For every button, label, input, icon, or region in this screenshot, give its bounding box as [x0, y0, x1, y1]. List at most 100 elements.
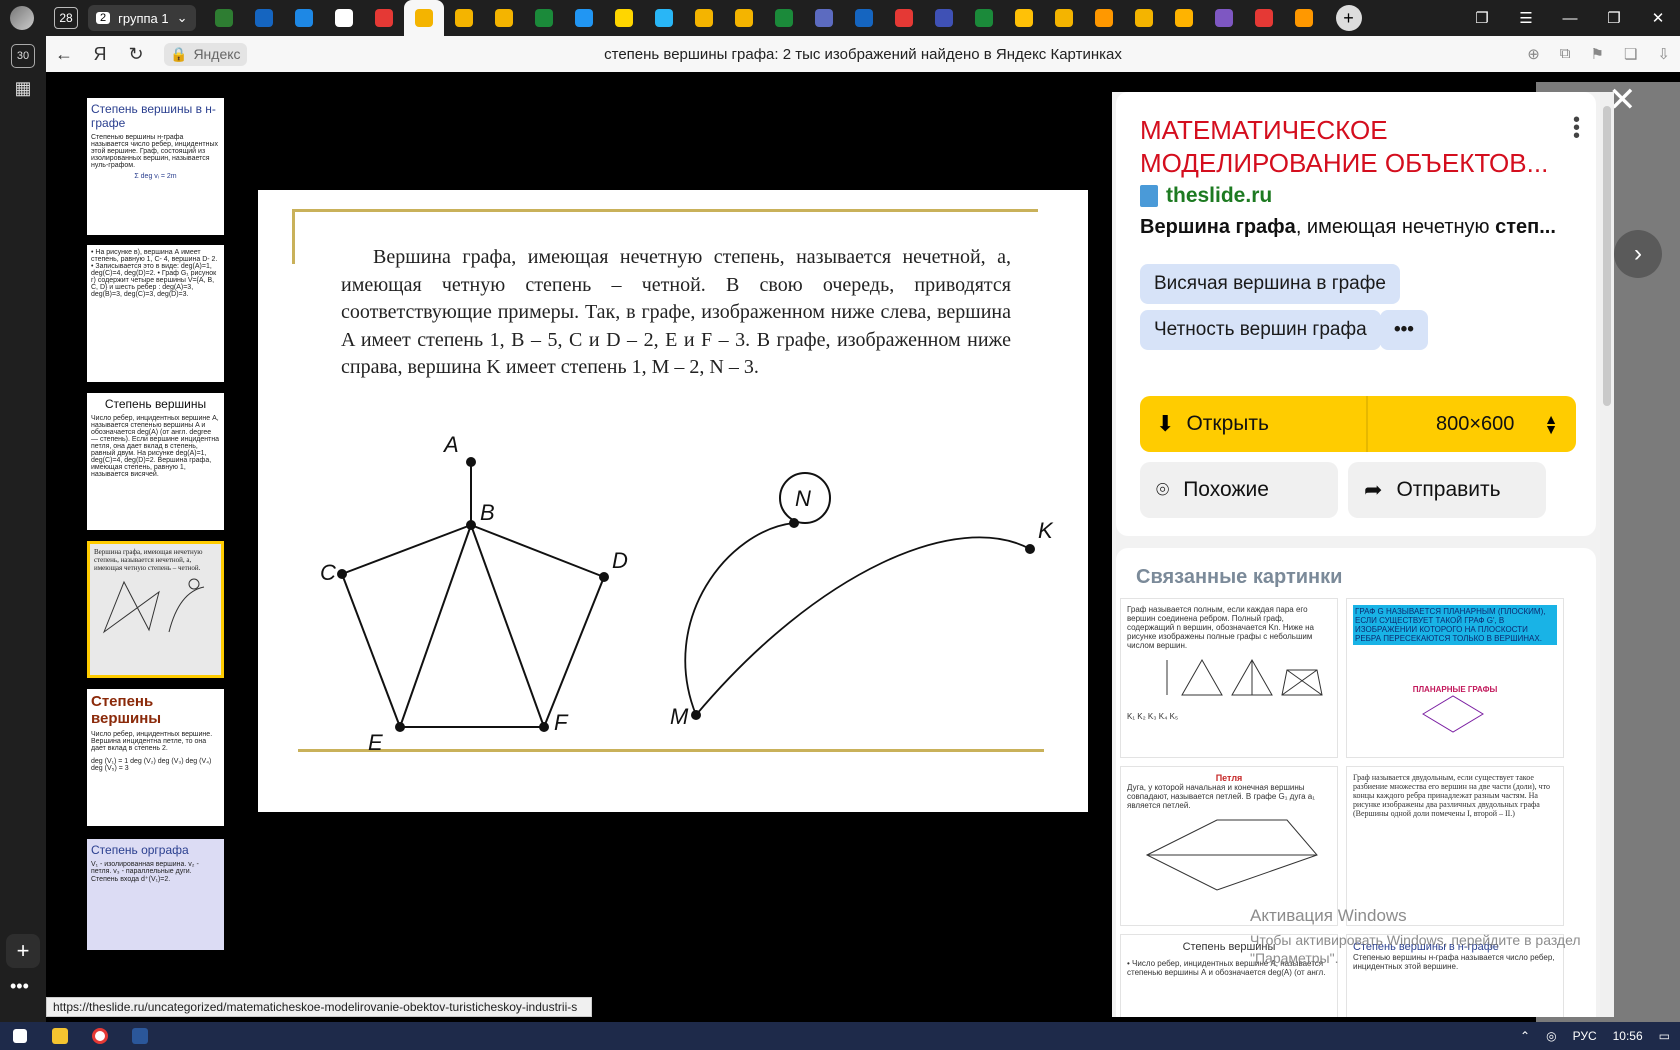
notifications-icon[interactable]: ▭	[1659, 1029, 1670, 1043]
browser-tab[interactable]	[524, 0, 564, 36]
close-window-button[interactable]: ✕	[1636, 0, 1680, 36]
browser-tab[interactable]	[724, 0, 764, 36]
host-label: Яндекс	[193, 46, 241, 62]
browser-tab[interactable]	[1004, 0, 1044, 36]
thumbnail-selected[interactable]: Вершина графа, имеющая нечетную степень,…	[87, 541, 224, 678]
address-bar: степень вершины графа: 2 тыс изображений…	[46, 36, 1680, 72]
url-host[interactable]: 🔒 Яндекс	[164, 42, 247, 66]
browser-tab[interactable]	[364, 0, 404, 36]
new-tab-button[interactable]: +	[1335, 5, 1362, 31]
tab-favicon-icon	[814, 9, 833, 27]
browser-tab[interactable]	[684, 0, 724, 36]
rail-counter[interactable]: 30	[11, 44, 35, 68]
browser-tab[interactable]	[1124, 0, 1164, 36]
related-image[interactable]: Граф называется двудольным, если существ…	[1346, 766, 1564, 926]
tab-favicon-icon	[734, 9, 753, 27]
tag-chip[interactable]: Висячая вершина в графе	[1140, 264, 1400, 304]
source-title[interactable]: МАТЕМАТИЧЕСКОЕ МОДЕЛИРОВАНИЕ ОБЪЕКТОВ...	[1140, 114, 1560, 180]
tab-favicon-icon	[1054, 9, 1073, 27]
browser-tab[interactable]	[324, 0, 364, 36]
related-image[interactable]: Граф называется полным, если каждая пара…	[1120, 598, 1338, 758]
rail-add-button[interactable]: +	[6, 934, 40, 968]
more-tags-button[interactable]: •••	[1380, 310, 1428, 350]
tab-favicon-icon	[854, 9, 873, 27]
language-indicator[interactable]: РУС	[1573, 1029, 1597, 1043]
more-vertical-icon[interactable]: • • •	[1573, 110, 1580, 146]
bookmark-icon[interactable]: ⚑	[1591, 45, 1604, 63]
thumbnail-text: Вершина графа, имеющая нечетную степень,…	[94, 548, 203, 572]
related-graph	[1145, 819, 1318, 891]
tab-favicon-icon	[254, 9, 273, 27]
rail-more-icon[interactable]: •••	[10, 976, 29, 997]
back-button[interactable]: ←	[46, 36, 82, 72]
thumbnail[interactable]: • На рисунке в), вершина А имеет степень…	[87, 245, 224, 382]
network-icon[interactable]: ◎	[1546, 1029, 1556, 1043]
windows-start-icon[interactable]	[0, 1022, 40, 1050]
collections-icon[interactable]: ❏	[1624, 45, 1637, 63]
browser-tab[interactable]	[1244, 0, 1284, 36]
scrollbar-thumb[interactable]	[1603, 106, 1611, 406]
browser-tab[interactable]	[484, 0, 524, 36]
browser-tab[interactable]	[1284, 0, 1324, 36]
zoom-icon[interactable]: ⊕	[1527, 45, 1540, 63]
yandex-browser-icon[interactable]	[80, 1022, 120, 1050]
browser-tab[interactable]	[644, 0, 684, 36]
apps-grid-icon[interactable]: ▦	[11, 76, 35, 100]
extensions-icon[interactable]: ⧉	[1560, 45, 1571, 63]
tab-count-badge[interactable]: 28	[54, 7, 78, 29]
menu-icon[interactable]: ☰	[1504, 0, 1548, 36]
browser-tab[interactable]	[604, 0, 644, 36]
browser-tab[interactable]	[564, 0, 604, 36]
browser-tab[interactable]	[284, 0, 324, 36]
thumbnail[interactable]: Степень вершины Число ребер, инцидентных…	[87, 393, 224, 530]
browser-tab[interactable]	[964, 0, 1004, 36]
size-selector[interactable]: 800×600	[1436, 413, 1514, 436]
tabs-view-icon[interactable]: ❐	[1460, 0, 1504, 36]
browser-tab[interactable]	[1084, 0, 1124, 36]
graph-figure: A B C D E F N K M	[320, 432, 1054, 755]
browser-tab[interactable]	[444, 0, 484, 36]
tab-favicon-icon	[1294, 9, 1313, 27]
browser-tab[interactable]	[403, 0, 444, 36]
browser-tab[interactable]	[1044, 0, 1084, 36]
chevron-up-icon[interactable]: ⌃	[1520, 1029, 1530, 1043]
browser-tab[interactable]	[844, 0, 884, 36]
tab-favicon-icon	[214, 9, 233, 27]
browser-tab[interactable]	[764, 0, 804, 36]
tab-favicon-icon	[414, 9, 433, 27]
tab-favicon-icon	[454, 9, 473, 27]
file-explorer-icon[interactable]	[40, 1022, 80, 1050]
word-icon[interactable]	[120, 1022, 160, 1050]
browser-tab[interactable]	[204, 0, 244, 36]
tab-favicon-icon	[614, 9, 633, 27]
tab-group[interactable]: 2 группа 1 ⌄	[88, 5, 196, 31]
similar-button[interactable]: ⌾ Похожие	[1140, 462, 1338, 518]
clock[interactable]: 10:56	[1613, 1029, 1643, 1043]
browser-tab[interactable]	[884, 0, 924, 36]
thumbnail[interactable]: Степень вершины Число ребер, инцидентных…	[87, 689, 224, 826]
related-image[interactable]: Петля Дуга, у которой начальная и конечн…	[1120, 766, 1338, 926]
minimize-button[interactable]: —	[1548, 0, 1592, 36]
source-link[interactable]: theslide.ru	[1140, 184, 1272, 208]
open-button[interactable]: ⬇ Открыть 800×600 ▲ ▼	[1140, 396, 1576, 452]
download-icon[interactable]: ⇩	[1657, 45, 1670, 63]
browser-tab[interactable]	[804, 0, 844, 36]
restore-button[interactable]: ❐	[1592, 0, 1636, 36]
browser-tab[interactable]	[244, 0, 284, 36]
tab-strip	[204, 0, 1324, 36]
thumbnail[interactable]: Степень вершины в н-графе Степенью верши…	[87, 98, 224, 235]
main-image[interactable]: Вершина графа, имеющая нечетную степень,…	[258, 190, 1088, 812]
yandex-home-icon[interactable]: Я	[82, 36, 118, 72]
thumbnail[interactable]: Степень орграфа V₁ - изолированная верши…	[87, 839, 224, 950]
related-image[interactable]: ГРАФ G НАЗЫВАЕТСЯ ПЛАНАРНЫМ (ПЛОСКИМ), Е…	[1346, 598, 1564, 758]
browser-tab[interactable]	[1164, 0, 1204, 36]
next-image-button[interactable]: ›	[1614, 230, 1662, 278]
reload-button[interactable]: ↻	[118, 36, 154, 72]
share-button[interactable]: ➦ Отправить	[1348, 462, 1546, 518]
related-text: Граф называется полным, если каждая пара…	[1127, 605, 1314, 650]
browser-tab[interactable]	[924, 0, 964, 36]
panel-scrollbar[interactable]	[1600, 92, 1614, 1017]
tag-chip[interactable]: Четность вершин графа	[1140, 310, 1381, 350]
browser-tab[interactable]	[1204, 0, 1244, 36]
profile-avatar[interactable]	[10, 6, 34, 30]
